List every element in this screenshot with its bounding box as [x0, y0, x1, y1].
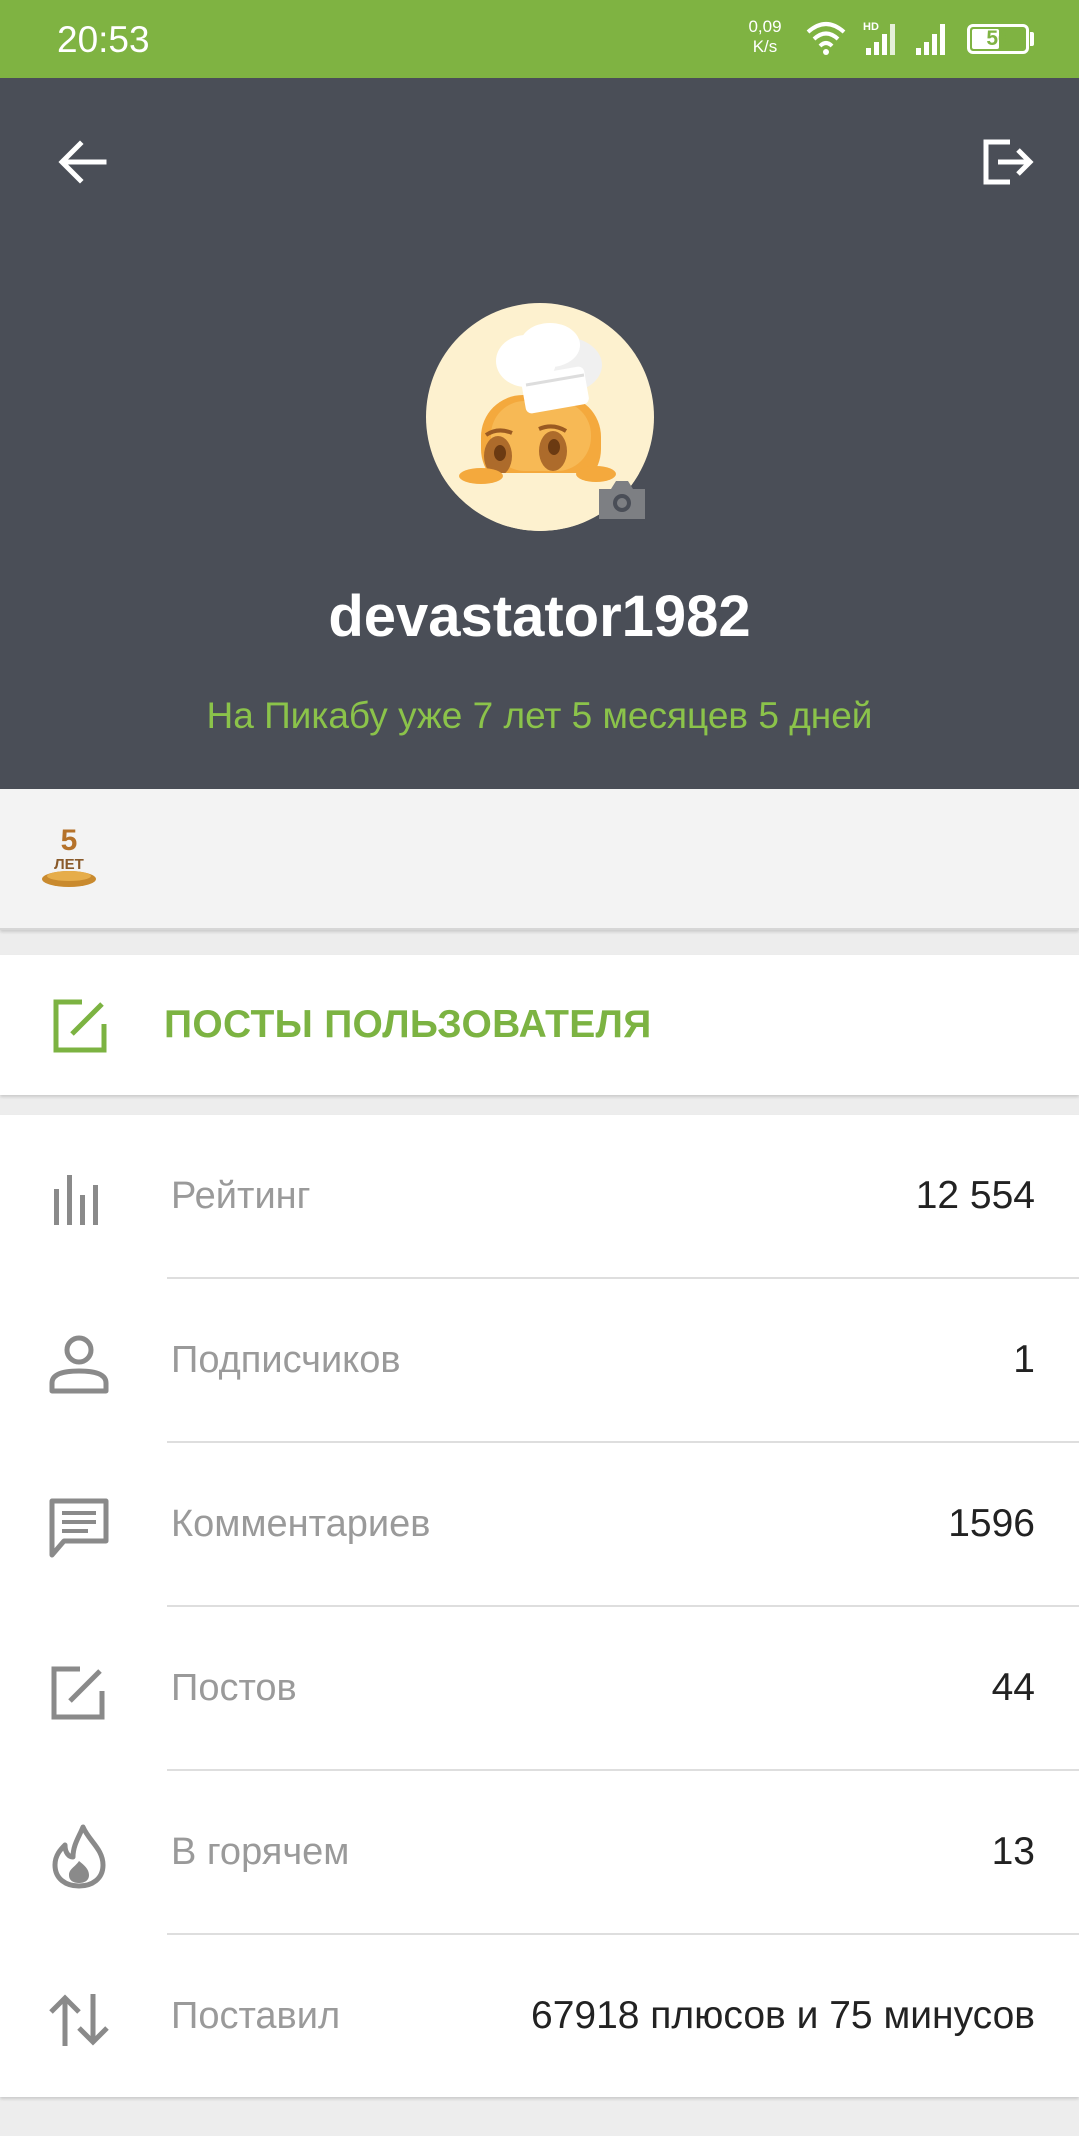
network-speed: 0,09 K/s: [742, 17, 788, 57]
status-time: 20:53: [57, 19, 150, 60]
award-text: ЛЕТ: [54, 856, 84, 873]
logout-button[interactable]: [972, 126, 1044, 198]
edit-icon: [46, 1659, 112, 1725]
award-5-years-icon[interactable]: 5 ЛЕТ: [40, 823, 98, 889]
stat-value: 13: [991, 1830, 1035, 1873]
user-posts-label: ПОСТЫ ПОЛЬЗОВАТЕЛЯ: [164, 1003, 652, 1046]
back-button[interactable]: [46, 126, 118, 198]
signal-hd-icon: HD: [863, 21, 895, 55]
battery-icon: 56: [967, 24, 1029, 54]
comment-icon: [46, 1495, 112, 1561]
battery-level: 56: [986, 27, 1010, 50]
stat-row-hot[interactable]: В горячем 13: [0, 1771, 1079, 1935]
stat-value: 1596: [948, 1502, 1035, 1545]
award-number: 5: [61, 824, 78, 857]
logout-icon: [983, 139, 1034, 185]
stat-row-votes: Поставил 67918 плюсов и 75 минусов: [0, 1935, 1079, 2099]
stat-row-posts[interactable]: Постов 44: [0, 1607, 1079, 1771]
bar-chart-icon: [46, 1167, 112, 1233]
awards-strip: 5 ЛЕТ: [0, 789, 1079, 930]
stat-row-rating: Рейтинг 12 554: [0, 1115, 1079, 1279]
stat-row-comments[interactable]: Комментариев 1596: [0, 1443, 1079, 1607]
change-photo-button[interactable]: [595, 475, 649, 523]
status-bar: 20:53 0,09 K/s HD 56: [0, 0, 1079, 78]
user-posts-button[interactable]: ПОСТЫ ПОЛЬЗОВАТЕЛЯ: [0, 955, 1079, 1095]
network-speed-value: 0,09: [748, 17, 782, 36]
svg-text:HD: HD: [863, 21, 879, 33]
signal-icon: [916, 24, 945, 55]
arrow-back-icon: [58, 140, 107, 184]
profile-header: devastator1982 На Пикабу уже 7 лет 5 мес…: [0, 78, 1079, 789]
stat-label: Подписчиков: [171, 1339, 401, 1381]
network-speed-unit: K/s: [752, 37, 778, 56]
camera-icon: [599, 481, 645, 519]
wifi-icon: [806, 22, 846, 55]
stat-value: 1: [1013, 1338, 1035, 1381]
stats-list: Рейтинг 12 554 Подписчиков 1 Комментарие…: [0, 1115, 1079, 2097]
stat-label: В горячем: [171, 1831, 350, 1873]
stat-value: 12 554: [915, 1174, 1035, 1217]
battery-cap: [1030, 32, 1034, 46]
stat-row-subscribers[interactable]: Подписчиков 1: [0, 1279, 1079, 1443]
stat-label: Комментариев: [171, 1503, 431, 1545]
person-icon: [46, 1331, 112, 1397]
stat-label: Рейтинг: [171, 1175, 311, 1217]
flame-icon: [46, 1823, 112, 1889]
stat-value: 67918 плюсов и 75 минусов: [531, 1994, 1035, 2037]
username: devastator1982: [328, 584, 751, 649]
stat-value: 44: [991, 1666, 1035, 1709]
swap-vertical-icon: [46, 1987, 112, 2053]
stat-label: Поставил: [171, 1995, 341, 2037]
member-since: На Пикабу уже 7 лет 5 месяцев 5 дней: [206, 695, 873, 736]
stat-label: Постов: [171, 1667, 297, 1709]
edit-icon: [53, 999, 107, 1053]
